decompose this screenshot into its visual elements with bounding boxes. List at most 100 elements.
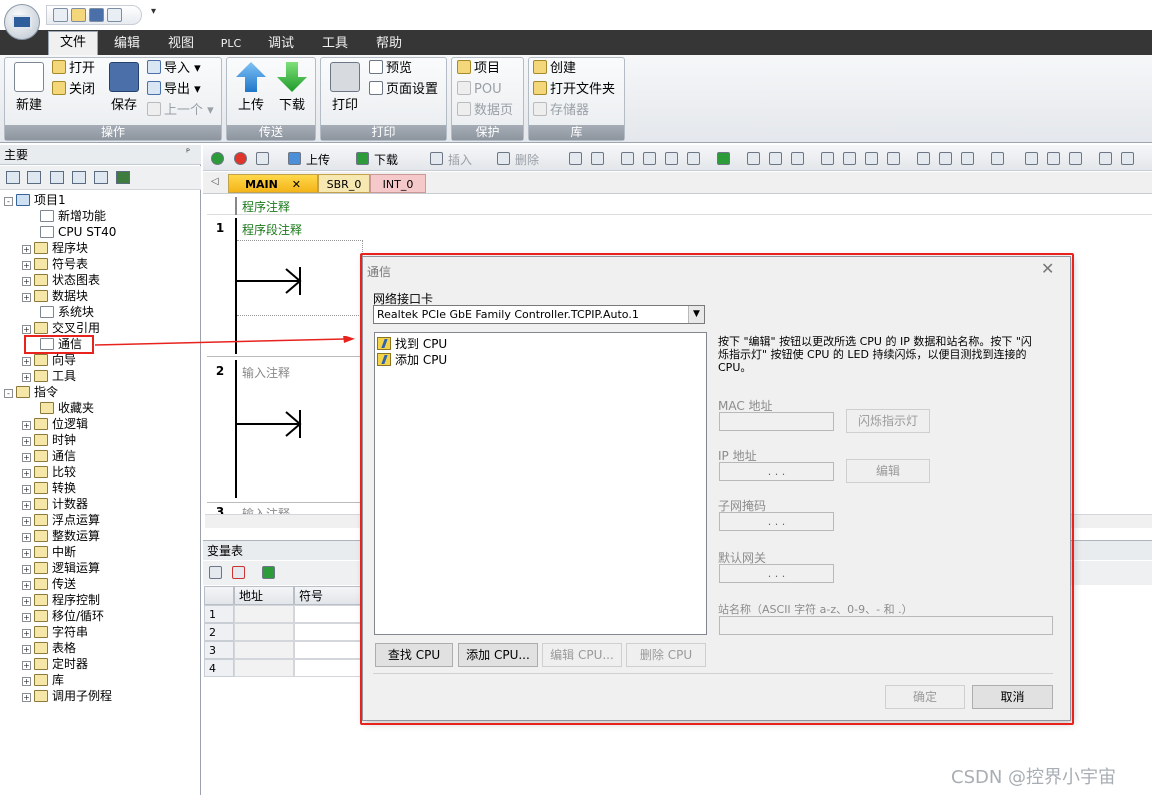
view-icon[interactable] — [6, 171, 20, 184]
tree-item[interactable]: + 定时器 — [22, 656, 88, 672]
lock2-icon[interactable] — [769, 152, 782, 165]
edit-icon[interactable] — [1047, 152, 1060, 165]
expand-icon[interactable]: + — [22, 549, 31, 558]
tree-item[interactable]: + 字符串 — [22, 624, 88, 640]
previous-button[interactable]: 上一个 ▾ — [147, 101, 214, 121]
tab-main[interactable]: MAIN ✕ — [228, 174, 318, 193]
tree-item[interactable]: - 指令 — [4, 384, 58, 400]
tab-int0[interactable]: INT_0 — [370, 174, 426, 193]
open-folder-icon[interactable] — [71, 8, 86, 22]
toolbar-insert[interactable]: 插入 — [448, 152, 472, 168]
settings-icon[interactable] — [1099, 152, 1112, 165]
expand-icon[interactable]: + — [22, 677, 31, 686]
expand-icon[interactable]: + — [22, 613, 31, 622]
tab-edit[interactable]: 编辑 — [108, 34, 146, 54]
unlock-icon[interactable] — [791, 152, 804, 165]
table-icon[interactable] — [27, 171, 41, 184]
block-icon[interactable] — [94, 171, 108, 184]
expand-icon[interactable]: + — [22, 581, 31, 590]
expand-icon[interactable]: + — [22, 453, 31, 462]
table-cell[interactable] — [294, 605, 363, 623]
tree-item[interactable]: + 时钟 — [22, 432, 76, 448]
table-cell[interactable] — [294, 641, 363, 659]
open-folder-button[interactable]: 打开文件夹 — [533, 80, 615, 100]
tree-item[interactable]: + 位逻辑 — [22, 416, 88, 432]
page-setup-button[interactable]: 页面设置 — [369, 80, 438, 100]
expand-icon[interactable]: + — [22, 517, 31, 526]
import-button[interactable]: 导入 ▾ — [147, 59, 201, 79]
tab-debug[interactable]: 调试 — [262, 34, 300, 54]
insert-icon[interactable] — [430, 152, 443, 165]
expand-icon[interactable]: + — [22, 629, 31, 638]
goto-icon[interactable] — [717, 152, 730, 165]
network2-icon[interactable] — [591, 152, 604, 165]
box-icon[interactable] — [961, 152, 974, 165]
tree-item[interactable]: + 向导 — [22, 352, 76, 368]
tree-item[interactable]: + 传送 — [22, 576, 76, 592]
expand-icon[interactable]: + — [22, 533, 31, 542]
tree-item[interactable]: + 库 — [22, 672, 64, 688]
tree-item[interactable]: + 移位/循环 — [22, 608, 104, 624]
expand-icon[interactable]: + — [22, 373, 31, 382]
collapse-icon[interactable]: - — [4, 389, 13, 398]
rung-icon[interactable] — [621, 152, 634, 165]
table-row-number[interactable]: 1 — [204, 605, 234, 623]
pou-protect-button[interactable]: POU — [457, 80, 502, 100]
expand-icon[interactable]: + — [22, 693, 31, 702]
close-button[interactable]: 关闭 — [52, 80, 95, 100]
tab-file[interactable]: 文件 — [48, 31, 98, 55]
tree-item[interactable]: + 浮点运算 — [22, 512, 100, 528]
expand-icon[interactable]: + — [22, 469, 31, 478]
project-protect-button[interactable]: 项目 — [457, 59, 500, 79]
tree-item[interactable]: + 比较 — [22, 464, 76, 480]
compile-icon[interactable] — [256, 152, 269, 165]
tree-item[interactable]: + 逻辑运算 — [22, 560, 100, 576]
table-row-number[interactable]: 4 — [204, 659, 234, 677]
tree-item[interactable]: + 数据块 — [22, 288, 88, 304]
tree-item[interactable]: - 项目1 — [4, 192, 66, 208]
upload-button[interactable]: 上传 — [232, 62, 270, 113]
open-button[interactable]: 打开 — [52, 59, 95, 79]
tree-item[interactable]: + 整数运算 — [22, 528, 100, 544]
rung-comment[interactable]: 输入注释 — [242, 505, 290, 514]
tab-view[interactable]: 视图 — [162, 34, 200, 54]
tree-item[interactable]: CPU ST40 — [28, 224, 116, 240]
branch-icon[interactable] — [821, 152, 834, 165]
application-menu-button[interactable] — [4, 4, 40, 40]
table-view-icon[interactable] — [1025, 152, 1038, 165]
expand-icon[interactable]: + — [22, 245, 31, 254]
rung-comment[interactable]: 程序段注释 — [242, 221, 302, 238]
save-button[interactable]: 保存 — [105, 62, 143, 113]
expand-icon[interactable]: + — [22, 261, 31, 270]
print-icon[interactable] — [107, 8, 122, 22]
expand-icon[interactable]: + — [22, 661, 31, 670]
column-address[interactable]: 地址 — [234, 586, 294, 605]
tree-item[interactable]: + 程序控制 — [22, 592, 100, 608]
stop-icon[interactable] — [234, 152, 247, 165]
toolbar-download[interactable]: 下载 — [374, 152, 398, 168]
delete-row-icon[interactable] — [232, 566, 245, 579]
document-icon[interactable] — [50, 171, 64, 184]
tree-item[interactable]: + 程序块 — [22, 240, 88, 256]
contact-icon[interactable] — [917, 152, 930, 165]
lock-icon[interactable] — [747, 152, 760, 165]
new-button[interactable]: 新建 — [10, 62, 48, 113]
tree-item[interactable]: + 交叉引用 — [22, 320, 100, 336]
create-library-button[interactable]: 创建 — [533, 59, 576, 79]
tab-close-icon[interactable]: ✕ — [292, 178, 301, 191]
tree-item[interactable]: + 调用子例程 — [22, 688, 112, 704]
run-icon[interactable] — [211, 152, 224, 165]
upload-icon[interactable] — [288, 152, 301, 165]
tree-item[interactable]: + 状态图表 — [22, 272, 100, 288]
tab-scroll-left-icon[interactable]: ◁ — [211, 176, 219, 187]
toolbar-upload[interactable]: 上传 — [306, 152, 330, 168]
qat-customize-button[interactable]: ▾ — [151, 6, 156, 17]
tab-sbr0[interactable]: SBR_0 — [318, 174, 370, 193]
export-button[interactable]: 导出 ▾ — [147, 80, 201, 100]
table-cell[interactable] — [234, 659, 294, 677]
network-icon[interactable] — [569, 152, 582, 165]
collapse-icon[interactable]: - — [4, 197, 13, 206]
delete-icon[interactable] — [497, 152, 510, 165]
preview-button[interactable]: 预览 — [369, 59, 412, 79]
branch-up-icon[interactable] — [865, 152, 878, 165]
